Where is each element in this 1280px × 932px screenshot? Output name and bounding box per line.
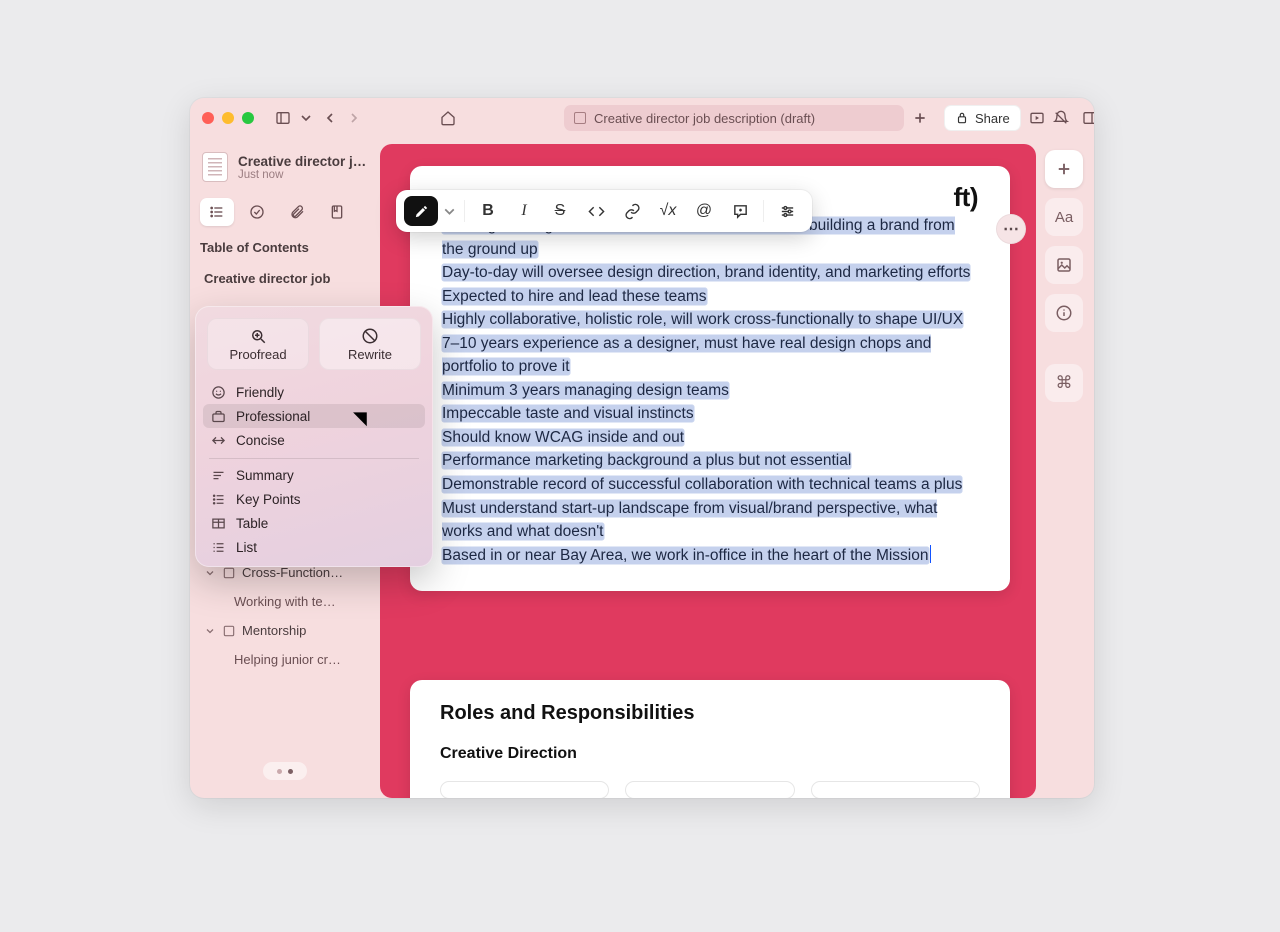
pager-dot: [277, 769, 282, 774]
media-button[interactable]: [1045, 246, 1083, 284]
toc-item-mentor[interactable]: Mentorship: [200, 617, 370, 644]
mention-button[interactable]: @: [687, 196, 721, 226]
italic-button[interactable]: I: [507, 196, 541, 226]
card[interactable]: [625, 781, 794, 798]
main-stage: ft) ⋮⋮ ⋯ Looking for a right-brained col…: [380, 138, 1094, 798]
window-minimize-button[interactable]: [222, 112, 234, 124]
card-row: [440, 781, 980, 798]
selected-line: Day-to-day will oversee design direction…: [442, 264, 970, 281]
code-button[interactable]: [579, 196, 613, 226]
pager-dot-active: [288, 769, 293, 774]
selected-paragraph[interactable]: Looking for a right-brained collaborator…: [442, 214, 980, 567]
attachments-view-button[interactable]: [280, 198, 314, 226]
keyboard-shortcuts-button[interactable]: ⌘: [1045, 364, 1083, 402]
selected-line: Performance marketing background a plus …: [442, 452, 851, 469]
card[interactable]: [440, 781, 609, 798]
equation-button[interactable]: √x: [651, 196, 685, 226]
toc-item[interactable]: Working with te…: [200, 588, 370, 615]
section-heading: Roles and Responsibilities: [440, 702, 980, 725]
selected-line: Based in or near Bay Area, we work in-of…: [442, 547, 929, 564]
document-icon: [574, 112, 586, 124]
proofread-button[interactable]: Proofread: [207, 318, 309, 370]
share-label: Share: [975, 111, 1010, 126]
selected-line: Impeccable taste and visual instincts: [442, 405, 694, 422]
presentation-button[interactable]: [1029, 105, 1045, 131]
sidebar-pager[interactable]: [263, 762, 307, 780]
sidebar-toggle-button[interactable]: [270, 105, 296, 131]
text-style-button[interactable]: Aa: [1045, 198, 1083, 236]
toc-view-button[interactable]: [200, 198, 234, 226]
card[interactable]: [811, 781, 980, 798]
app-window: Creative director job description (draft…: [190, 98, 1094, 798]
notifications-button[interactable]: [1053, 105, 1069, 131]
rewrite-option-table[interactable]: Table: [203, 511, 425, 535]
rewrite-button[interactable]: Rewrite: [319, 318, 421, 370]
rewrite-option-friendly[interactable]: Friendly: [203, 380, 425, 404]
strikethrough-button[interactable]: S: [543, 196, 577, 226]
format-options-button[interactable]: [770, 196, 804, 226]
tasks-view-button[interactable]: [240, 198, 274, 226]
toc-label: Table of Contents: [200, 236, 370, 255]
block-menu-button[interactable]: ⋯: [996, 214, 1026, 244]
rewrite-popover: Proofread Rewrite Friendly Professional …: [195, 306, 433, 567]
text-caret: [930, 545, 931, 563]
nav-back-button[interactable]: [322, 105, 338, 131]
document-page-2[interactable]: Roles and Responsibilities Creative Dire…: [410, 680, 1010, 798]
share-button[interactable]: Share: [944, 105, 1021, 131]
new-tab-button[interactable]: [912, 105, 928, 131]
toc-list: Creative director job: [200, 265, 370, 292]
window-zoom-button[interactable]: [242, 112, 254, 124]
nav-forward-button[interactable]: [346, 105, 362, 131]
sidebar-menu-chevron-icon[interactable]: [298, 105, 314, 131]
subsection-heading: Creative Direction: [440, 745, 980, 763]
bookmarks-view-button[interactable]: [320, 198, 354, 226]
selected-line: Demonstrable record of successful collab…: [442, 476, 962, 493]
toc-item[interactable]: Helping junior cr…: [200, 646, 370, 673]
rewrite-option-list[interactable]: List: [203, 535, 425, 559]
selected-line: Minimum 3 years managing design teams: [442, 382, 729, 399]
page-title-fragment: ft): [954, 182, 978, 213]
doc-thumbnail-icon: [202, 152, 228, 182]
doc-subtitle: Just now: [238, 169, 368, 181]
right-rail: Aa ⌘: [1042, 150, 1086, 402]
rewrite-option-summary[interactable]: Summary: [203, 463, 425, 487]
home-button[interactable]: [440, 105, 456, 131]
doc-header[interactable]: Creative director j… Just now: [200, 150, 370, 188]
inspector-toggle-button[interactable]: [1077, 105, 1094, 131]
traffic-lights: [202, 112, 254, 124]
cursor-icon: ◥: [353, 408, 367, 429]
selected-line: Must understand start-up landscape from …: [442, 500, 937, 541]
selected-line: 7–10 years experience as a designer, mus…: [442, 335, 931, 376]
selected-line: Highly collaborative, holistic role, wil…: [442, 311, 963, 328]
selected-line: Should know WCAG inside and out: [442, 429, 684, 446]
document-canvas: ft) ⋮⋮ ⋯ Looking for a right-brained col…: [380, 144, 1036, 798]
highlighter-menu-chevron-icon[interactable]: [440, 196, 458, 226]
bold-button[interactable]: B: [471, 196, 505, 226]
toc-item-root[interactable]: Creative director job: [200, 265, 370, 292]
sidebar-view-segment: [200, 198, 370, 226]
add-block-button[interactable]: [1045, 150, 1083, 188]
link-button[interactable]: [615, 196, 649, 226]
doc-title-text: Creative director job description (draft…: [594, 111, 815, 126]
doc-title: Creative director j…: [238, 154, 368, 169]
comment-button[interactable]: [723, 196, 757, 226]
info-button[interactable]: [1045, 294, 1083, 332]
format-toolbar: B I S √x @: [396, 190, 812, 232]
rewrite-option-concise[interactable]: Concise: [203, 428, 425, 452]
titlebar: Creative director job description (draft…: [190, 98, 1094, 138]
rewrite-option-professional[interactable]: Professional: [203, 404, 425, 428]
rewrite-option-keypoints[interactable]: Key Points: [203, 487, 425, 511]
selected-line: Expected to hire and lead these teams: [442, 288, 707, 305]
window-close-button[interactable]: [202, 112, 214, 124]
highlighter-button[interactable]: [404, 196, 438, 226]
title-pill[interactable]: Creative director job description (draft…: [564, 105, 904, 131]
